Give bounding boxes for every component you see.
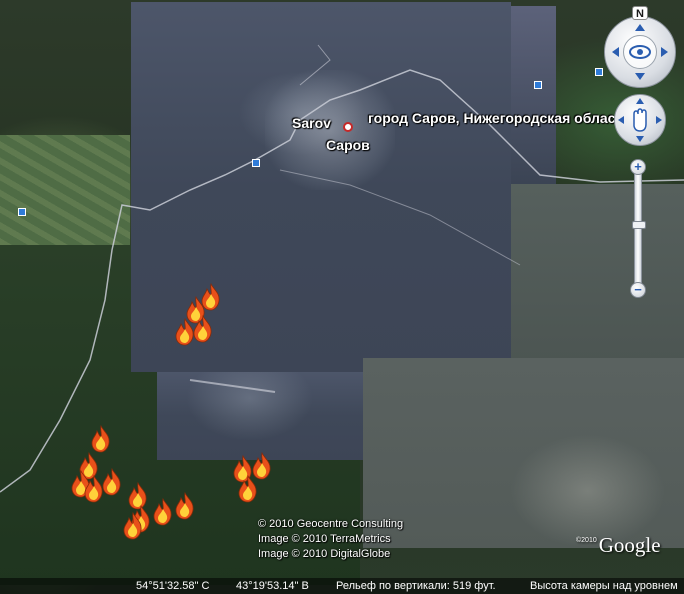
elevation-readout: Рельеф по вертикали: 519 фут. bbox=[336, 580, 496, 592]
copyright-line: © 2010 Geocentre Consulting bbox=[258, 518, 404, 530]
eye-icon bbox=[612, 24, 668, 80]
fire-icon[interactable] bbox=[152, 497, 174, 526]
move-joystick[interactable] bbox=[614, 94, 666, 146]
navigation-controls: N bbox=[600, 6, 684, 296]
hand-icon bbox=[618, 98, 662, 142]
google-logo: ©2010Google bbox=[576, 533, 661, 558]
copyright-line: Image © 2010 DigitalGlobe bbox=[258, 548, 391, 560]
zoom-out-button[interactable]: − bbox=[630, 282, 646, 298]
fire-icon[interactable] bbox=[174, 317, 196, 346]
imagery-copyright: © 2010 Geocentre Consulting Image © 2010… bbox=[258, 517, 403, 562]
fire-icon[interactable] bbox=[90, 424, 112, 453]
city-marker-icon[interactable] bbox=[343, 122, 353, 132]
zoom-slider-handle[interactable] bbox=[632, 221, 646, 229]
zoom-in-button[interactable]: + bbox=[630, 159, 646, 175]
logo-year: ©2010 bbox=[576, 537, 597, 544]
look-joystick[interactable] bbox=[604, 16, 676, 88]
status-bar: 54°51'32.58" С 43°19'53.14" В Рельеф по … bbox=[0, 578, 684, 594]
fire-icon[interactable] bbox=[122, 511, 144, 540]
fire-icon[interactable] bbox=[101, 467, 123, 496]
place-label-sarov-cyrillic[interactable]: Саров bbox=[326, 137, 370, 153]
info-square-icon[interactable] bbox=[252, 159, 260, 167]
logo-text: Google bbox=[598, 533, 661, 557]
info-square-icon[interactable] bbox=[18, 208, 26, 216]
zoom-track[interactable] bbox=[634, 170, 642, 290]
north-button[interactable]: N bbox=[632, 6, 648, 20]
fire-icon[interactable] bbox=[237, 474, 259, 503]
copyright-line: Image © 2010 TerraMetrics bbox=[258, 533, 391, 545]
eye-altitude-readout: Высота камеры над уровнем bbox=[530, 580, 678, 592]
info-square-icon[interactable] bbox=[534, 81, 542, 89]
place-label-sarov-latin[interactable]: Sarov bbox=[292, 115, 331, 131]
place-label-region[interactable]: город Саров, Нижегородская область bbox=[368, 110, 631, 126]
longitude-readout: 43°19'53.14" В bbox=[236, 580, 309, 592]
map-view[interactable]: Sarov Саров город Саров, Нижегородская о… bbox=[0, 0, 684, 594]
fire-icon[interactable] bbox=[174, 491, 196, 520]
latitude-readout: 54°51'32.58" С bbox=[136, 580, 210, 592]
road-network bbox=[0, 44, 684, 493]
